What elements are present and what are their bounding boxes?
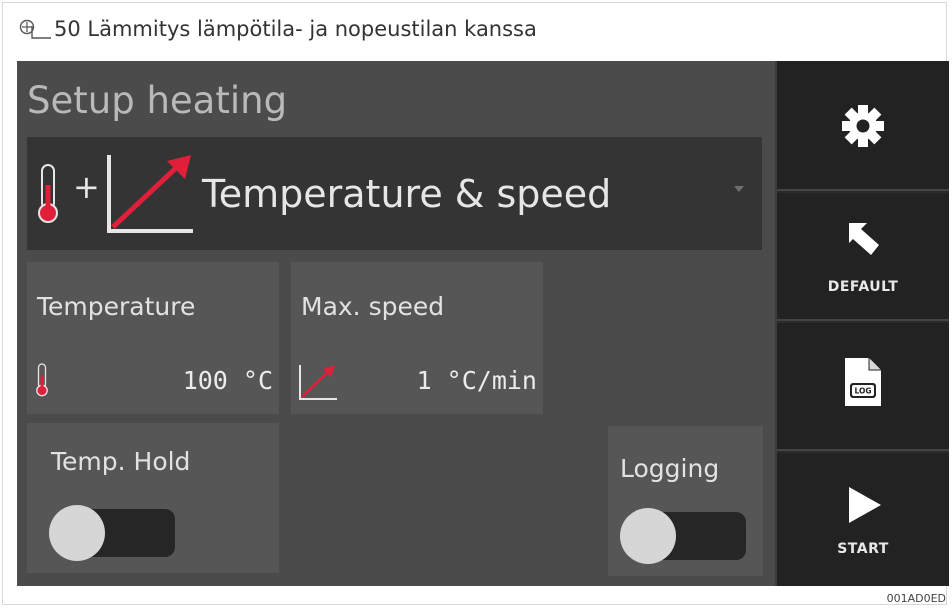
device-screen: Setup heating + Temperature & speed Temp… [17,61,949,586]
settings-button[interactable] [777,61,949,191]
chevron-down-icon [734,186,744,192]
toggle-knob [49,505,105,561]
gear-icon [842,105,884,147]
main-panel: Setup heating + Temperature & speed Temp… [17,61,775,586]
figure-code: 001AD0ED [886,592,946,605]
figure-icon [18,18,52,40]
temp-hold-tile: Temp. Hold [27,423,279,573]
plus-sign: + [73,168,100,206]
logging-tile: Logging [608,426,763,576]
log-button[interactable]: LOG [777,323,949,451]
temperature-tile[interactable]: Temperature 100 °C [27,262,279,414]
max-speed-tile[interactable]: Max. speed 1 °C/min [291,262,543,414]
temp-hold-toggle[interactable] [49,505,179,561]
logging-label: Logging [620,454,720,483]
default-button[interactable]: DEFAULT [777,193,949,321]
play-icon [849,487,881,523]
start-label: START [837,541,889,557]
start-button[interactable]: START [777,453,949,586]
temp-hold-label: Temp. Hold [51,447,191,476]
figure-caption-text: 50 Lämmitys lämpötila- ja nopeustilan ka… [54,17,537,41]
speed-ramp-small-icon [299,365,337,400]
log-document-icon: LOG [845,358,881,406]
toggle-knob [620,508,676,564]
mode-select-value: Temperature & speed [202,172,612,216]
undo-arrow-icon [849,223,879,255]
thermometer-small-icon [36,363,48,397]
default-label: DEFAULT [827,279,899,295]
sidebar: DEFAULT LOG START [777,61,949,586]
figure-caption: 50 Lämmitys lämpötila- ja nopeustilan ka… [18,14,537,44]
max-speed-label: Max. speed [301,292,445,321]
log-icon-text: LOG [854,387,871,396]
max-speed-value: 1 °C/min [416,366,537,395]
mode-select[interactable]: + Temperature & speed [27,137,762,250]
page-title: Setup heating [27,79,288,122]
speed-ramp-icon [107,155,193,233]
temperature-label: Temperature [37,292,196,321]
thermometer-icon [38,164,58,223]
logging-toggle[interactable] [620,508,750,564]
temperature-value: 100 °C [182,366,273,395]
